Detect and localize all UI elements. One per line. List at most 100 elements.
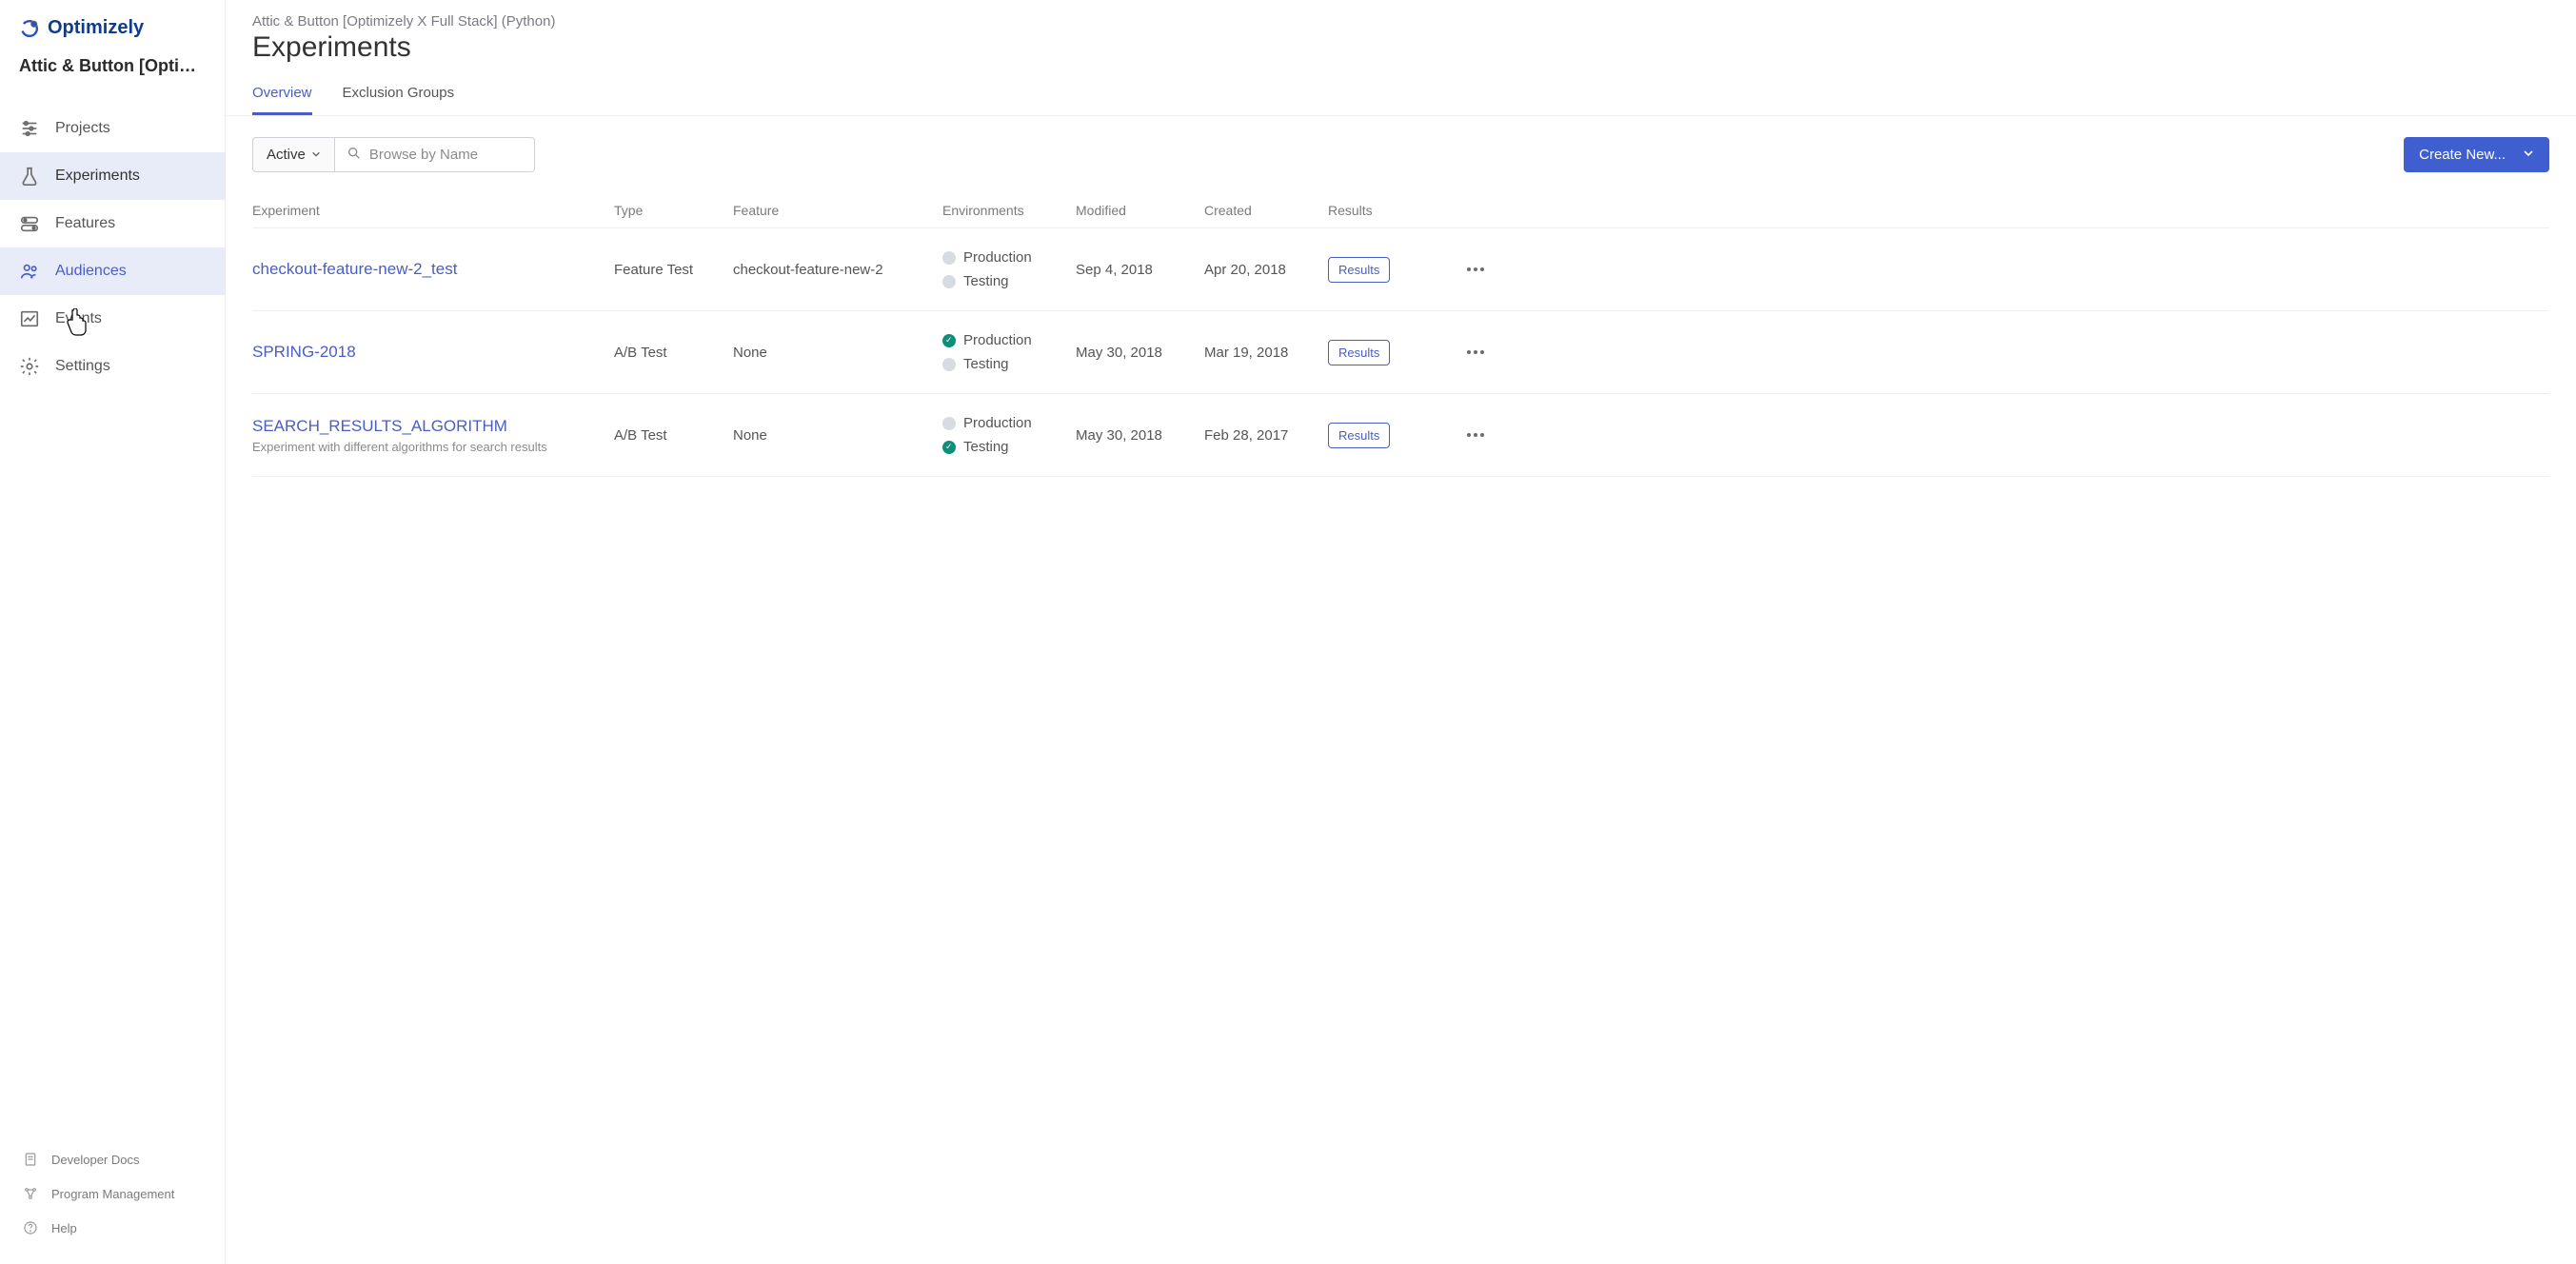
env-label: Testing [963, 439, 1009, 455]
tab-overview[interactable]: Overview [252, 75, 312, 115]
cell-environments: Production Testing [942, 415, 1076, 455]
more-actions-button[interactable] [1452, 267, 1499, 271]
sidebar-item-experiments[interactable]: Experiments [0, 152, 225, 200]
results-button[interactable]: Results [1328, 340, 1390, 365]
env-item: Production [942, 415, 1076, 431]
col-modified[interactable]: Modified [1076, 203, 1204, 218]
cell-type: A/B Test [614, 427, 733, 444]
optimizely-logo-icon [19, 18, 40, 39]
env-label: Production [963, 332, 1032, 348]
more-actions-button[interactable] [1452, 433, 1499, 437]
footer-help[interactable]: Help [0, 1211, 225, 1245]
brand-name: Optimizely [48, 17, 144, 39]
experiment-description: Experiment with different algorithms for… [252, 440, 614, 454]
env-label: Testing [963, 273, 1009, 289]
cell-feature: None [733, 345, 942, 361]
chart-icon [19, 308, 40, 329]
experiment-name-link[interactable]: SEARCH_RESULTS_ALGORITHM [252, 417, 614, 436]
filter-label: Active [267, 147, 306, 163]
footer-program-management[interactable]: Program Management [0, 1176, 225, 1211]
sidebar: Optimizely Attic & Button [Optim... Proj… [0, 0, 226, 1264]
experiments-table: Experiment Type Feature Environments Mod… [252, 193, 2549, 477]
logo[interactable]: Optimizely [0, 0, 225, 50]
table-row: SPRING-2018A/B TestNone Production Testing… [252, 311, 2549, 394]
sidebar-item-label: Experiments [55, 168, 140, 185]
env-item: Testing [942, 356, 1076, 372]
status-filter-button[interactable]: Active [252, 137, 335, 172]
tabs: Overview Exclusion Groups [226, 75, 2576, 116]
cell-feature: None [733, 427, 942, 444]
create-new-button[interactable]: Create New... [2404, 137, 2549, 172]
check-circle-icon [942, 441, 956, 454]
env-item: Production [942, 332, 1076, 348]
cell-environments: Production Testing [942, 332, 1076, 372]
cell-type: A/B Test [614, 345, 733, 361]
tab-exclusion-groups[interactable]: Exclusion Groups [343, 75, 455, 115]
col-environments[interactable]: Environments [942, 203, 1076, 218]
chevron-down-icon [2523, 147, 2534, 163]
page-title: Experiments [252, 31, 2549, 64]
flask-icon [19, 166, 40, 187]
col-created[interactable]: Created [1204, 203, 1328, 218]
circle-icon [942, 358, 956, 371]
search-icon [347, 146, 362, 164]
experiment-name-link[interactable]: checkout-feature-new-2_test [252, 260, 614, 279]
gear-icon [19, 356, 40, 377]
toolbar: Active Create New... [252, 116, 2549, 193]
env-label: Testing [963, 356, 1009, 372]
col-experiment[interactable]: Experiment [252, 203, 614, 218]
docs-icon [23, 1152, 38, 1167]
cell-feature: checkout-feature-new-2 [733, 262, 942, 278]
sidebar-item-label: Events [55, 310, 102, 327]
sidebar-item-label: Features [55, 215, 115, 232]
nav: Projects Experiments Features [0, 97, 225, 1135]
table-row: SEARCH_RESULTS_ALGORITHM Experiment with … [252, 394, 2549, 477]
table-header: Experiment Type Feature Environments Mod… [252, 193, 2549, 228]
sidebar-item-features[interactable]: Features [0, 200, 225, 247]
circle-icon [942, 417, 956, 430]
env-item: Production [942, 249, 1076, 266]
circle-icon [942, 275, 956, 288]
cell-modified: May 30, 2018 [1076, 427, 1204, 444]
cell-modified: Sep 4, 2018 [1076, 262, 1204, 278]
cell-created: Mar 19, 2018 [1204, 345, 1328, 361]
audiences-icon [19, 261, 40, 282]
col-results[interactable]: Results [1328, 203, 1452, 218]
sidebar-item-label: Projects [55, 120, 110, 137]
sidebar-item-settings[interactable]: Settings [0, 343, 225, 390]
sidebar-item-label: Audiences [55, 263, 127, 280]
footer-developer-docs[interactable]: Developer Docs [0, 1142, 225, 1176]
cell-type: Feature Test [614, 262, 733, 278]
create-label: Create New... [2419, 147, 2506, 163]
results-button[interactable]: Results [1328, 423, 1390, 448]
sidebar-item-events[interactable]: Events [0, 295, 225, 343]
col-type[interactable]: Type [614, 203, 733, 218]
sidebar-item-label: Settings [55, 358, 110, 375]
search-input[interactable] [369, 147, 523, 163]
env-label: Production [963, 415, 1032, 431]
cell-created: Feb 28, 2017 [1204, 427, 1328, 444]
sidebar-footer: Developer Docs Program Management Help [0, 1135, 225, 1264]
table-row: checkout-feature-new-2_testFeature Testc… [252, 228, 2549, 311]
footer-label: Program Management [51, 1187, 174, 1201]
env-item: Testing [942, 439, 1076, 455]
col-feature[interactable]: Feature [733, 203, 942, 218]
sidebar-item-projects[interactable]: Projects [0, 105, 225, 152]
projects-icon [19, 118, 40, 139]
toggles-icon [19, 213, 40, 234]
experiment-name-link[interactable]: SPRING-2018 [252, 343, 614, 362]
check-circle-icon [942, 334, 956, 347]
footer-label: Developer Docs [51, 1153, 140, 1167]
env-item: Testing [942, 273, 1076, 289]
network-icon [23, 1186, 38, 1201]
results-button[interactable]: Results [1328, 257, 1390, 283]
search-box[interactable] [335, 137, 535, 172]
main-content: Attic & Button [Optimizely X Full Stack]… [226, 0, 2576, 1264]
sidebar-item-audiences[interactable]: Audiences [0, 247, 225, 295]
cell-environments: Production Testing [942, 249, 1076, 289]
breadcrumb: Attic & Button [Optimizely X Full Stack]… [252, 13, 2549, 30]
more-actions-button[interactable] [1452, 350, 1499, 354]
help-icon [23, 1220, 38, 1235]
project-name[interactable]: Attic & Button [Optim... [0, 50, 225, 97]
circle-icon [942, 251, 956, 265]
